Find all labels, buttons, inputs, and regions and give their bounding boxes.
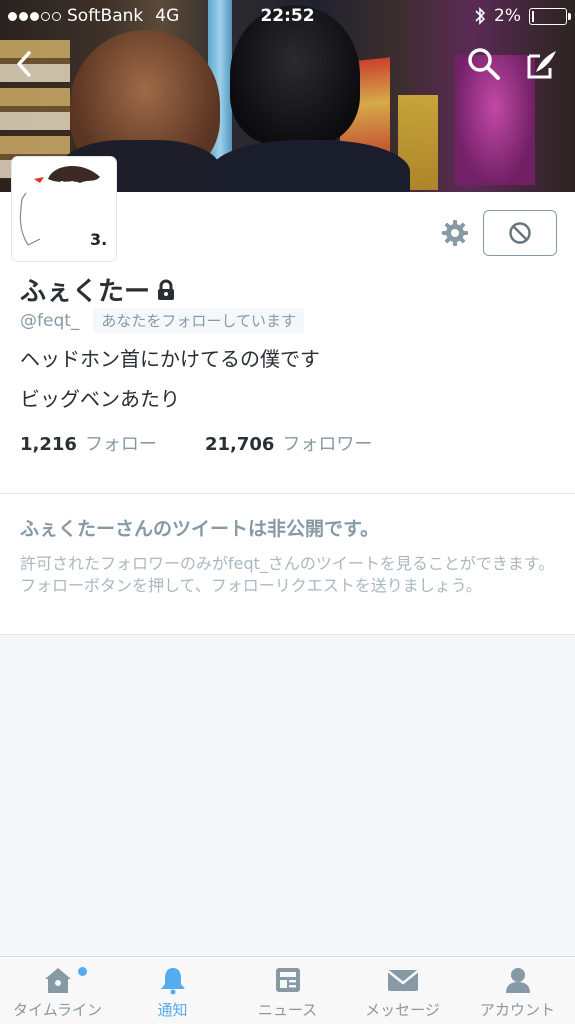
news-icon (275, 968, 300, 992)
profile-handle: @feqt_ (20, 310, 80, 331)
tab-news-label: ニュース (257, 1001, 318, 1019)
avatar[interactable]: 3. (12, 157, 116, 261)
svg-text:3.: 3. (90, 230, 107, 249)
envelope-icon (386, 970, 419, 991)
status-bar: SoftBank 4G 22:52 2% (0, 0, 575, 32)
home-icon (44, 968, 71, 993)
following-stat[interactable]: 1,216 フォロー (20, 430, 157, 456)
gear-icon (442, 220, 468, 246)
protected-notice-body: 許可されたフォロワーのみがfeqt_さんのツイートを見ることができます。フォロー… (20, 554, 555, 595)
chevron-left-icon (17, 51, 31, 77)
tab-messages[interactable]: メッセージ (345, 957, 460, 1024)
battery-percent: 2% (494, 6, 521, 26)
protected-notice-title: ふぇくたーさんのツイートは非公開です。 (20, 518, 380, 540)
tab-timeline[interactable]: タイムライン (0, 957, 115, 1024)
bell-icon (160, 968, 185, 995)
avatar-drawing: 3. (14, 159, 114, 259)
following-count: 1,216 (20, 434, 77, 455)
person-icon (505, 968, 530, 993)
followers-stat[interactable]: 21,706 フォロワー (205, 430, 372, 456)
tab-account-label: アカウント (479, 1001, 555, 1019)
search-button[interactable] (464, 44, 504, 84)
tab-messages-label: メッセージ (365, 1001, 440, 1019)
tab-news[interactable]: ニュース (230, 957, 345, 1024)
following-label: フォロー (84, 434, 157, 455)
search-icon (468, 48, 500, 80)
battery-icon (529, 7, 571, 25)
blocked-button[interactable] (483, 210, 557, 256)
lock-icon (158, 279, 175, 300)
tab-notifications[interactable]: 通知 (115, 957, 230, 1024)
tab-account[interactable]: アカウント (460, 957, 575, 1024)
profile-name: ふぇくたー (20, 277, 151, 307)
follows-you-badge: あなたをフォローしています (93, 308, 304, 333)
profile-bio-line-1: ヘッドホン首にかけてるの僕です (20, 347, 320, 371)
compose-icon (527, 51, 556, 79)
settings-button[interactable] (436, 214, 474, 252)
new-tweets-badge (78, 967, 87, 976)
followers-label: フォロワー (282, 434, 373, 455)
profile-bio-line-2: ビッグベンあたり (20, 387, 180, 411)
tab-notifications-label: 通知 (157, 1001, 188, 1019)
tab-bar: タイムライン 通知 ニュース メッセージ アカウント (0, 956, 575, 1024)
tab-timeline-label: タイムライン (13, 1001, 102, 1019)
block-icon (509, 222, 531, 244)
profile-stats: 1,216 フォロー 21,706 フォロワー (20, 430, 372, 456)
compose-tweet-button[interactable] (522, 44, 562, 84)
bluetooth-icon (475, 7, 486, 25)
back-button[interactable] (4, 44, 44, 84)
followers-count: 21,706 (204, 434, 275, 455)
protected-tweets-notice: ふぇくたーさんのツイートは非公開です。 許可されたフォロワーのみがfeqt_さん… (0, 494, 575, 635)
